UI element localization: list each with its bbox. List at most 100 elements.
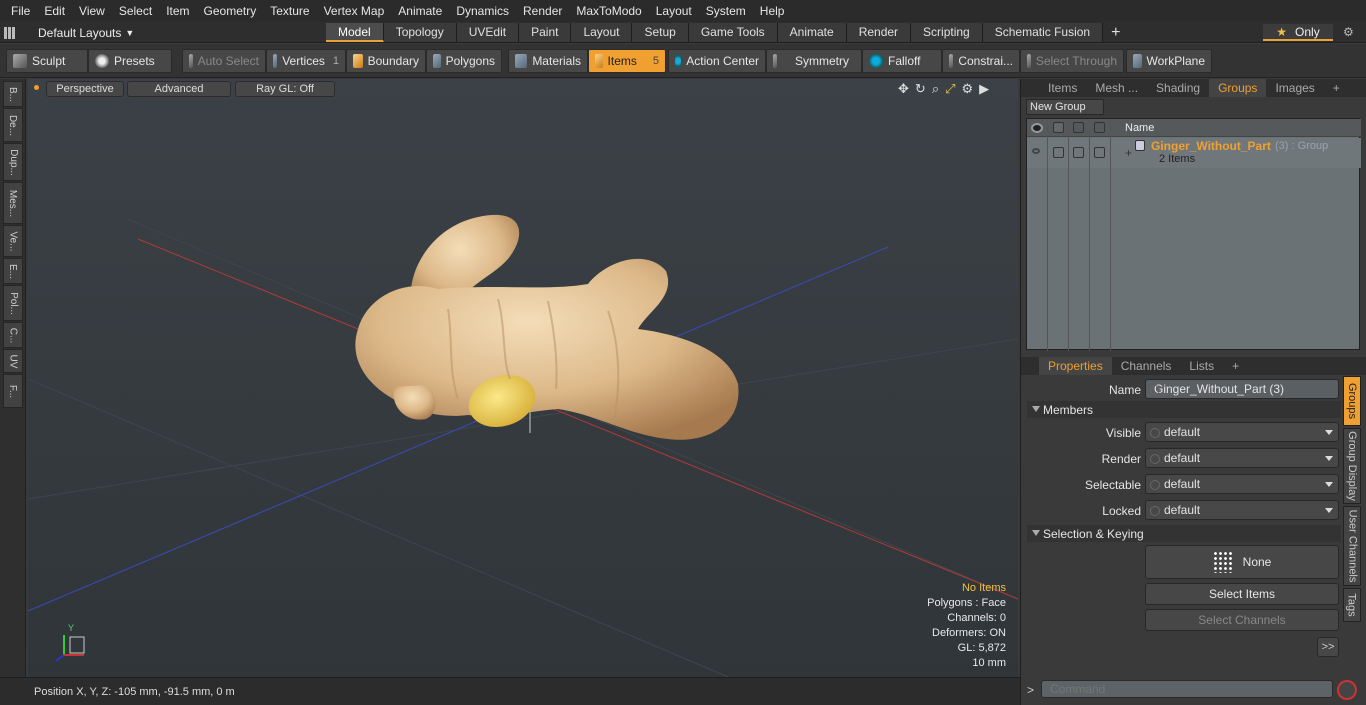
selection-keying-section[interactable]: Selection & Keying	[1027, 525, 1341, 542]
side-tab-groups[interactable]: Groups	[1343, 376, 1361, 426]
add-props-tab-button[interactable]: +	[1223, 357, 1248, 375]
menu-help[interactable]: Help	[753, 4, 792, 18]
tab-channels[interactable]: Channels	[1112, 357, 1181, 375]
expand-plus-icon[interactable]: +	[1125, 146, 1132, 160]
command-prompt: >	[1027, 683, 1035, 697]
menu-system[interactable]: System	[699, 4, 753, 18]
auto-select-button[interactable]: Auto Select	[182, 49, 266, 73]
tab-topology[interactable]: Topology	[383, 23, 457, 42]
tab-game-tools[interactable]: Game Tools	[688, 23, 778, 42]
tab-mesh[interactable]: Mesh ...	[1086, 79, 1147, 97]
tab-shading[interactable]: Shading	[1147, 79, 1209, 97]
left-tab-label: E...	[7, 263, 19, 279]
menu-layout[interactable]: Layout	[649, 4, 699, 18]
menu-file[interactable]: File	[4, 4, 37, 18]
menu-edit[interactable]: Edit	[37, 4, 72, 18]
polygons-button[interactable]: Polygons	[426, 49, 502, 73]
menu-geometry[interactable]: Geometry	[197, 4, 264, 18]
only-toggle-button[interactable]: ★ Only	[1263, 24, 1333, 41]
menu-render[interactable]: Render	[516, 4, 569, 18]
falloff-button[interactable]: Falloff	[862, 49, 942, 73]
command-input[interactable]	[1041, 680, 1333, 698]
materials-label: Materials	[532, 54, 581, 68]
tab-animate[interactable]: Animate	[777, 23, 847, 42]
left-tab-dup[interactable]: Dup...	[3, 143, 23, 181]
tab-images[interactable]: Images	[1266, 79, 1323, 97]
action-center-button[interactable]: Action Center	[668, 49, 766, 73]
group-name-field[interactable]: Ginger_Without_Part (3)	[1145, 379, 1339, 399]
menu-texture[interactable]: Texture	[263, 4, 316, 18]
sculpt-button[interactable]: Sculpt	[6, 49, 88, 73]
keying-none-button[interactable]: None	[1145, 545, 1339, 579]
tab-items[interactable]: Items	[1039, 79, 1086, 97]
menu-dynamics[interactable]: Dynamics	[449, 4, 516, 18]
side-tab-tags[interactable]: Tags	[1343, 588, 1361, 622]
add-panel-tab-button[interactable]: +	[1324, 79, 1349, 97]
menu-animate[interactable]: Animate	[391, 4, 449, 18]
group-row[interactable]: + Ginger_Without_Part (3) : Group 2 Item…	[1027, 138, 1361, 168]
render-icon[interactable]	[1053, 122, 1064, 133]
visibility-eye-icon[interactable]	[1031, 123, 1043, 133]
layout-selector[interactable]: Default Layouts ▼	[4, 24, 134, 41]
select-items-button[interactable]: Select Items	[1145, 583, 1339, 605]
materials-button[interactable]: Materials	[508, 49, 588, 73]
menu-item[interactable]: Item	[159, 4, 196, 18]
side-tab-group-display[interactable]: Group Display	[1343, 428, 1361, 504]
3d-viewport[interactable]: Perspective Advanced Ray GL: Off ✥ ↻ ⌕ ⤢…	[28, 79, 1018, 677]
presets-button[interactable]: Presets	[88, 49, 172, 73]
selectable-dropdown[interactable]: default	[1145, 474, 1339, 494]
auto-select-icon	[189, 54, 193, 68]
record-macro-icon[interactable]	[1337, 680, 1357, 700]
left-tab-b[interactable]: B...	[3, 81, 23, 107]
constraints-button[interactable]: Constrai...	[942, 49, 1020, 73]
tab-groups[interactable]: Groups	[1209, 79, 1267, 97]
items-button[interactable]: Items 5	[588, 49, 666, 73]
menu-maxtomodo[interactable]: MaxToModo	[569, 4, 648, 18]
left-tab-ve[interactable]: Ve...	[3, 225, 23, 257]
menu-vertex-map[interactable]: Vertex Map	[317, 4, 392, 18]
lock-cube-icon[interactable]	[1094, 122, 1105, 133]
new-group-button[interactable]: New Group	[1026, 99, 1104, 115]
left-tab-mes[interactable]: Mes...	[3, 182, 23, 224]
tab-uvedit[interactable]: UVEdit	[456, 23, 520, 42]
more-button[interactable]: >>	[1317, 637, 1339, 657]
menu-view[interactable]: View	[72, 4, 112, 18]
tab-lists[interactable]: Lists	[1180, 357, 1223, 375]
tab-paint[interactable]: Paint	[519, 23, 572, 42]
locked-dropdown[interactable]: default	[1145, 500, 1339, 520]
left-tab-e[interactable]: E...	[3, 258, 23, 284]
tab-schematic-fusion[interactable]: Schematic Fusion	[982, 23, 1104, 42]
select-through-button[interactable]: Select Through	[1020, 49, 1124, 73]
polygons-label: Polygons	[445, 54, 495, 68]
row-eye-icon[interactable]	[1032, 148, 1040, 154]
symmetry-button[interactable]: Symmetry	[766, 49, 862, 73]
tab-setup[interactable]: Setup	[632, 23, 689, 42]
left-tab-pol[interactable]: Pol...	[3, 285, 23, 321]
workplane-button[interactable]: WorkPlane	[1126, 49, 1212, 73]
tab-render[interactable]: Render	[846, 23, 912, 42]
members-section[interactable]: Members	[1027, 401, 1341, 418]
properties-tabs: Properties Channels Lists +	[1021, 357, 1366, 375]
tab-properties[interactable]: Properties	[1039, 357, 1112, 375]
add-tab-button[interactable]: +	[1103, 23, 1128, 42]
settings-gear-icon[interactable]: ⚙	[1343, 25, 1354, 39]
visible-dropdown[interactable]: default	[1145, 422, 1339, 442]
row-render-icon[interactable]	[1053, 147, 1064, 158]
select-cube-icon[interactable]	[1073, 122, 1084, 133]
render-dropdown[interactable]: default	[1145, 448, 1339, 468]
row-lock-checkbox[interactable]	[1094, 147, 1105, 158]
left-tab-c[interactable]: C...	[3, 322, 23, 348]
select-channels-button[interactable]: Select Channels	[1145, 609, 1339, 631]
vertices-button[interactable]: Vertices 1	[266, 49, 346, 73]
left-tab-de[interactable]: De...	[3, 108, 23, 142]
row-select-checkbox[interactable]	[1073, 147, 1084, 158]
tab-model[interactable]: Model	[326, 23, 384, 42]
ginger-model[interactable]	[355, 214, 739, 440]
boundary-button[interactable]: Boundary	[346, 49, 426, 73]
tab-scripting[interactable]: Scripting	[911, 23, 983, 42]
side-tab-user-channels[interactable]: User Channels	[1343, 506, 1361, 586]
left-tab-uv[interactable]: UV	[3, 349, 23, 373]
tab-layout[interactable]: Layout	[571, 23, 633, 42]
menu-select[interactable]: Select	[112, 4, 159, 18]
left-tab-f[interactable]: F...	[3, 374, 23, 408]
